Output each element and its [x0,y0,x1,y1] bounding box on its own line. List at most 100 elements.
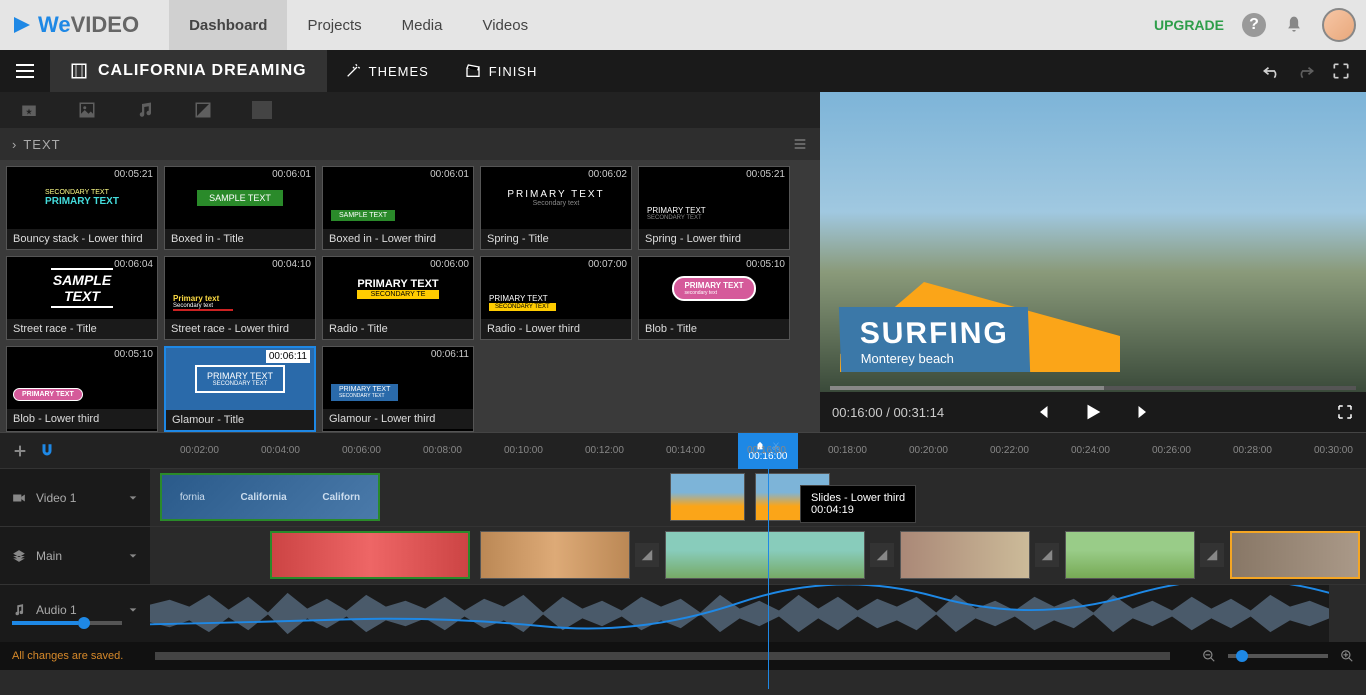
timeline: 00:16:00 Slides - Lower third 00:04:19 0… [0,432,1366,670]
expand-icon[interactable] [1331,61,1351,81]
timeline-clip[interactable] [900,531,1030,579]
layers-icon [12,549,26,563]
play-icon[interactable] [1082,401,1104,423]
track-main: Main FX [0,526,1366,584]
magnet-icon[interactable] [38,442,56,460]
overlay-subtitle: Monterey beach [860,351,1010,366]
audio-waveform[interactable] [150,585,1329,642]
svg-text:A: A [269,113,272,119]
timeline-clip[interactable] [1065,531,1195,579]
avatar[interactable] [1322,8,1356,42]
upgrade-link[interactable]: UPGRADE [1154,17,1224,33]
ruler-tick: 00:04:00 [261,445,300,456]
audio-icon [12,603,26,617]
text-template[interactable]: 00:06:01SAMPLE TEXTBoxed in - Title [164,166,316,250]
preview-video[interactable]: SURFING Monterey beach [820,92,1366,392]
text-template[interactable]: 00:06:00PRIMARY TEXTSECONDARY TERadio - … [322,256,474,340]
folder-star-icon[interactable] [20,101,38,119]
timeline-clip[interactable] [270,531,470,579]
track-video1: Video 1 forniaCaliforniaCaliforn [0,468,1366,526]
text-template[interactable]: 00:06:11PRIMARY TEXTSECONDARY TEXTGlamou… [164,346,316,432]
nav-projects[interactable]: Projects [287,0,381,50]
timeline-clip[interactable] [1230,531,1360,579]
prev-icon[interactable] [1034,403,1052,421]
wand-icon [345,63,361,79]
ruler-tick: 00:18:00 [828,445,867,456]
track-header[interactable]: Video 1 [0,469,150,526]
image-icon[interactable] [78,101,96,119]
timeline-clip[interactable]: forniaCaliforniaCaliforn [160,473,380,521]
play-icon [10,13,34,37]
track-audio1: Audio 1 [0,584,1366,642]
ruler-tick: 00:28:00 [1233,445,1272,456]
timeline-scrollbar[interactable] [155,652,1170,660]
hamburger-menu[interactable] [0,50,50,92]
transition-icon[interactable] [1035,543,1059,567]
transition-icon[interactable] [870,543,894,567]
timeline-ruler[interactable]: 00:16:00 Slides - Lower third 00:04:19 0… [0,432,1366,468]
preview-time: 00:16:00 / 00:31:14 [832,405,944,420]
timeline-clip[interactable] [480,531,630,579]
text-section-header[interactable]: ›TEXT [0,128,820,160]
text-templates-grid: 00:05:21SECONDARY TEXTPRIMARY TEXTBouncy… [0,160,820,432]
overlay-title: SURFING [859,317,1009,351]
top-bar: WeVIDEO Dashboard Projects Media Videos … [0,0,1366,50]
nav-media[interactable]: Media [382,0,463,50]
text-template[interactable]: 00:05:21PRIMARY TEXTSECONDARY TEXTSpring… [638,166,790,250]
undo-icon[interactable] [1261,61,1281,81]
playhead-line[interactable] [768,469,769,689]
text-template[interactable]: 00:06:02PRIMARY TEXTSecondary textSpring… [480,166,632,250]
transition-icon[interactable] [1200,543,1224,567]
ruler-tick: 00:24:00 [1071,445,1110,456]
ruler-tick: 00:02:00 [180,445,219,456]
bell-icon[interactable] [1284,15,1304,35]
zoom-in-icon[interactable] [1340,649,1354,663]
track-header[interactable]: Main [0,527,150,584]
add-track-icon[interactable] [12,443,28,459]
text-icon[interactable]: A [252,101,272,119]
nav-videos[interactable]: Videos [462,0,548,50]
volume-slider[interactable] [12,621,122,625]
music-icon[interactable] [136,101,154,119]
fullscreen-icon[interactable] [1336,403,1354,421]
project-title[interactable]: CALIFORNIA DREAMING [50,50,327,92]
secondary-bar: CALIFORNIA DREAMING THEMES FINISH [0,50,1366,92]
timeline-clip[interactable] [670,473,745,521]
media-panel: A ›TEXT 00:05:21SECONDARY TEXTPRIMARY TE… [0,92,820,432]
text-template[interactable]: 00:05:10PRIMARY TEXTsecondary textBlob -… [638,256,790,340]
text-template[interactable]: 00:04:10Primary textSecondary textStreet… [164,256,316,340]
chevron-down-icon[interactable] [128,493,138,503]
text-template[interactable]: 00:05:10PRIMARY TEXTBlob - Lower third [6,346,158,432]
transitions-icon[interactable] [194,101,212,119]
text-template[interactable]: 00:05:21SECONDARY TEXTPRIMARY TEXTBouncy… [6,166,158,250]
ruler-tick: 00:20:00 [909,445,948,456]
text-template[interactable]: 00:06:11PRIMARY TEXTSECONDARY TEXTGlamou… [322,346,474,432]
preview-panel: SURFING Monterey beach 00:16:00 / 00:31:… [820,92,1366,432]
text-template[interactable]: 00:06:04SAMPLETEXTStreet race - Title [6,256,158,340]
list-view-icon[interactable] [792,136,808,152]
track-header[interactable]: Audio 1 [0,585,150,642]
transition-icon[interactable] [635,543,659,567]
text-template[interactable]: 00:06:01SAMPLE TEXTBoxed in - Lower thir… [322,166,474,250]
ruler-tick: 00:06:00 [342,445,381,456]
ruler-tick: 00:12:00 [585,445,624,456]
chevron-down-icon[interactable] [128,605,138,615]
zoom-out-icon[interactable] [1202,649,1216,663]
chevron-down-icon[interactable] [128,551,138,561]
ruler-tick: 00:10:00 [504,445,543,456]
zoom-slider[interactable] [1228,654,1328,658]
timeline-clip[interactable] [665,531,865,579]
clip-tooltip: Slides - Lower third 00:04:19 [800,485,916,523]
nav-dashboard[interactable]: Dashboard [169,0,287,50]
text-template[interactable]: 00:07:00PRIMARY TEXTSECONDARY TEXTRadio … [480,256,632,340]
help-icon[interactable]: ? [1242,13,1266,37]
ruler-tick: 00:08:00 [423,445,462,456]
tab-themes[interactable]: THEMES [327,50,447,92]
save-status: All changes are saved. [12,650,123,662]
status-bar: All changes are saved. [0,642,1366,670]
redo-icon[interactable] [1296,61,1316,81]
logo[interactable]: WeVIDEO [10,12,139,38]
preview-controls: 00:16:00 / 00:31:14 [820,392,1366,432]
tab-finish[interactable]: FINISH [447,50,556,92]
next-icon[interactable] [1134,403,1152,421]
